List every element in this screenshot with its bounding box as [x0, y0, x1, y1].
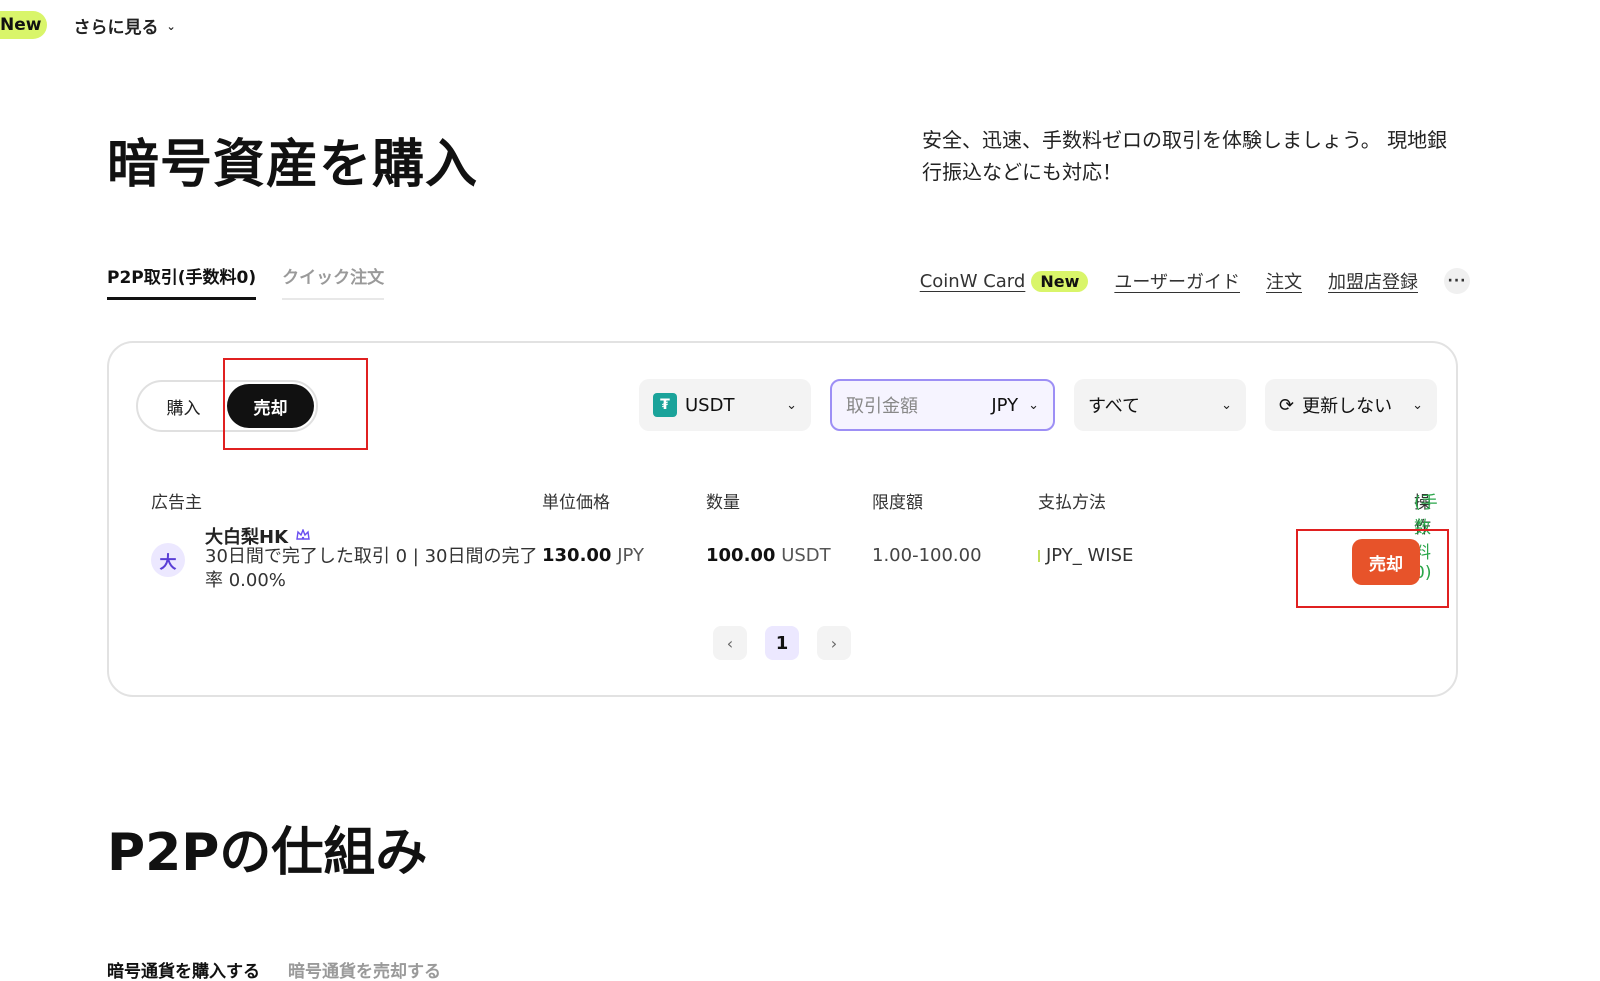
payment-marker-icon	[1038, 549, 1040, 562]
merchant-register-link[interactable]: 加盟店登録	[1328, 268, 1418, 294]
header-advertiser: 広告主	[151, 493, 202, 513]
header-unit-price: 単位価格	[542, 493, 610, 513]
highlight-box-sell-toggle	[223, 358, 368, 450]
section-title: P2Pの仕組み	[107, 823, 428, 883]
chevron-down-icon: ⌄	[1028, 397, 1039, 413]
amount-input[interactable]: 取引金額 JPY ⌄	[830, 379, 1055, 431]
advertiser-stats: 30日間で完了した取引 0 | 30日間の完了率 0.00%	[205, 546, 538, 591]
top-nav: New さらに見る ⌄	[0, 10, 176, 40]
crown-icon	[296, 529, 310, 540]
coin-select-value: USDT	[685, 394, 735, 416]
currency-select[interactable]: JPY	[991, 395, 1018, 416]
quantity-value: 100.00	[706, 545, 776, 566]
header-payment: 支払方法	[1038, 493, 1106, 513]
payment-filter-value: すべて	[1088, 396, 1141, 417]
amount-placeholder: 取引金額	[846, 396, 918, 417]
refresh-select-value: 更新しない	[1302, 396, 1393, 417]
tab-how-to-sell[interactable]: 暗号通貨を売却する	[288, 957, 441, 981]
pagination: ‹ 1 ›	[713, 626, 851, 660]
coin-select[interactable]: ₮ USDT ⌄	[639, 379, 811, 431]
avatar: 大	[151, 543, 185, 577]
chevron-down-icon: ⌄	[166, 19, 176, 33]
payment-filter-select[interactable]: すべて ⌄	[1074, 379, 1246, 431]
unit-price-currency: JPY	[617, 545, 644, 566]
tab-p2p[interactable]: P2P取引(手数料0)	[107, 263, 257, 300]
chevron-down-icon: ⌄	[1221, 397, 1232, 413]
see-more-menu[interactable]: さらに見る ⌄	[73, 13, 175, 38]
tab-how-to-buy[interactable]: 暗号通貨を購入する	[107, 957, 260, 981]
coinw-card-link[interactable]: CoinW Card	[920, 271, 1026, 292]
new-badge: New	[1031, 270, 1089, 292]
highlight-box-sell-button	[1296, 529, 1449, 608]
table-row: 大 大白梨HK 30日間で完了した取引 0 | 30日間の完了率 0.00% 1…	[109, 523, 1456, 603]
usdt-icon: ₮	[653, 393, 677, 417]
trade-tabs: P2P取引(手数料0) クイック注文	[107, 263, 385, 300]
coinw-card-link-wrap: CoinW Card New	[920, 270, 1089, 292]
user-guide-link[interactable]: ユーザーガイド	[1114, 268, 1240, 294]
page-title: 暗号資産を購入	[107, 135, 479, 195]
more-options-icon[interactable]: ···	[1444, 268, 1470, 294]
how-it-works-tabs: 暗号通貨を購入する 暗号通貨を売却する	[107, 957, 441, 981]
payment-method: JPY_ WISE	[1038, 545, 1133, 566]
prev-page-button[interactable]: ‹	[713, 626, 747, 660]
next-page-button[interactable]: ›	[817, 626, 851, 660]
refresh-icon: ⟳	[1279, 394, 1295, 416]
header-quantity: 数量	[706, 493, 740, 513]
filter-bar: ₮ USDT ⌄ 取引金額 JPY ⌄ すべて ⌄ ⟳ 更新しない ⌄	[639, 379, 1437, 431]
limit-range: 1.00-100.00	[872, 545, 982, 566]
quantity-unit: USDT	[781, 545, 831, 566]
payment-method-label: JPY_ WISE	[1046, 545, 1134, 566]
orders-link[interactable]: 注文	[1266, 268, 1302, 294]
table-header: 広告主 単位価格 数量 限度額 支払方法 操作 (手数料0)	[151, 488, 1438, 583]
refresh-select[interactable]: ⟳ 更新しない ⌄	[1265, 379, 1437, 431]
header-limit: 限度額	[872, 493, 923, 513]
unit-price-value: 130.00	[542, 545, 612, 566]
header-links: CoinW Card New ユーザーガイド 注文 加盟店登録 ···	[920, 268, 1470, 294]
see-more-label: さらに見る	[73, 17, 159, 38]
buy-toggle-option[interactable]: 購入	[140, 384, 227, 428]
quantity: 100.00 USDT	[706, 545, 831, 566]
page-number-current[interactable]: 1	[765, 626, 799, 660]
chevron-down-icon: ⌄	[1412, 397, 1423, 413]
unit-price: 130.00 JPY	[542, 545, 644, 566]
tab-quick-order[interactable]: クイック注文	[282, 263, 385, 300]
new-badge: New	[0, 11, 48, 39]
chevron-down-icon: ⌄	[786, 397, 797, 413]
hero-description: 安全、迅速、手数料ゼロの取引を体験しましょう。 現地銀行振込などにも対応！	[922, 128, 1448, 184]
